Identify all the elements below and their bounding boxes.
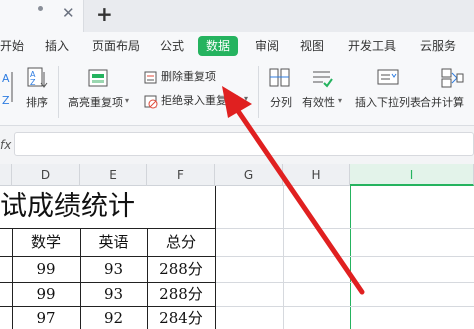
annotation-arrow-icon — [222, 86, 365, 295]
